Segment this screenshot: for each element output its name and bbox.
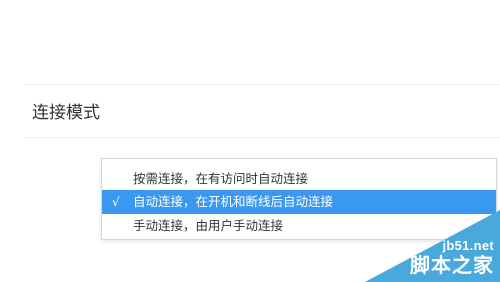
option-label: 自动连接，在开机和断线后自动连接 [133,194,334,209]
section-divider [24,137,500,138]
top-divider [24,84,500,85]
option-label: 手动连接，由用户手动连接 [133,218,284,233]
option-on-demand[interactable]: 按需连接，在有访问时自动连接 [102,167,496,191]
option-label: 按需连接，在有访问时自动连接 [133,171,309,186]
watermark-name: 脚本之家 [410,253,494,277]
connection-mode-title: 连接模式 [32,103,100,123]
check-icon: √ [112,195,120,209]
site-watermark: jb51.net 脚本之家 [365,210,500,282]
